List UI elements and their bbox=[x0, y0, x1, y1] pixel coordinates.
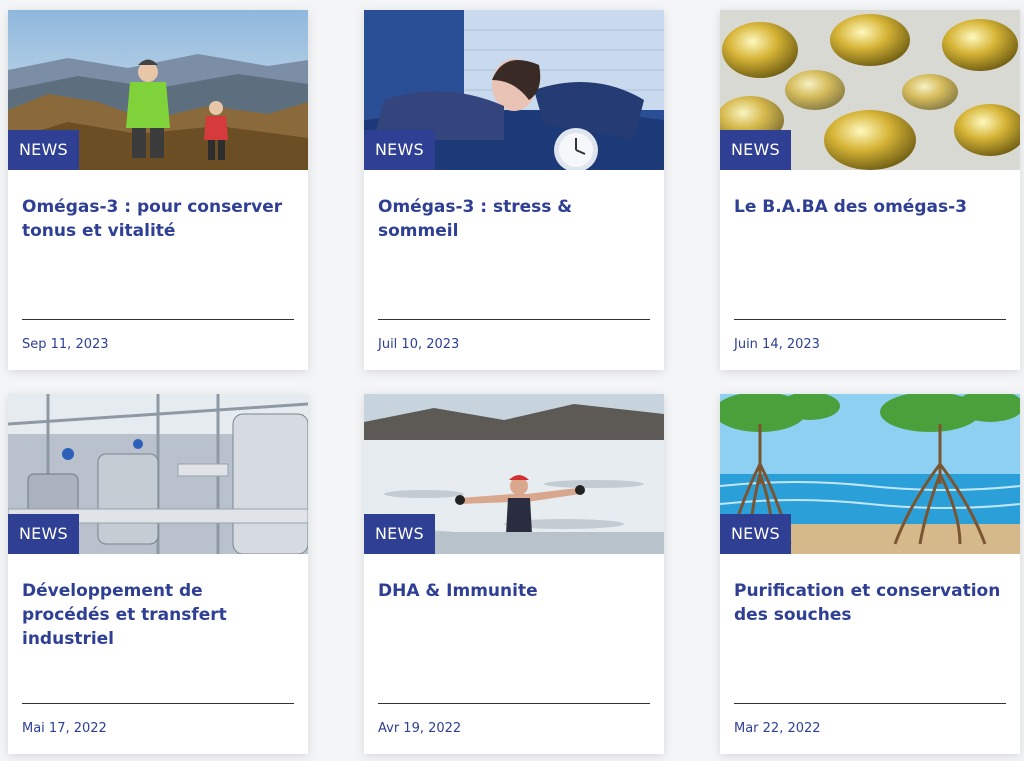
news-card[interactable]: NEWS Développement de procédés et transf… bbox=[8, 394, 308, 754]
card-title[interactable]: DHA & Immunite bbox=[378, 579, 650, 603]
card-title[interactable]: Le B.A.BA des omégas-3 bbox=[734, 195, 1006, 219]
card-image[interactable]: NEWS bbox=[720, 394, 1020, 554]
news-badge: NEWS bbox=[8, 130, 79, 170]
divider bbox=[378, 703, 650, 704]
news-card[interactable]: NEWS Omégas-3 : pour conserver tonus et … bbox=[8, 10, 308, 370]
card-date: Juil 10, 2023 bbox=[378, 337, 460, 352]
news-badge: NEWS bbox=[364, 130, 435, 170]
news-grid: NEWS Omégas-3 : pour conserver tonus et … bbox=[0, 0, 1024, 761]
card-image[interactable]: NEWS bbox=[720, 10, 1020, 170]
divider bbox=[734, 319, 1006, 320]
news-card[interactable]: NEWS DHA & Immunite Avr 19, 2022 bbox=[364, 394, 664, 754]
card-title[interactable]: Purification et conservation des souches bbox=[734, 579, 1006, 627]
card-image[interactable]: NEWS bbox=[364, 10, 664, 170]
card-date: Mai 17, 2022 bbox=[22, 721, 107, 736]
card-date: Sep 11, 2023 bbox=[22, 337, 109, 352]
card-title[interactable]: Omégas-3 : stress & sommeil bbox=[378, 195, 650, 243]
card-title[interactable]: Omégas-3 : pour conserver tonus et vital… bbox=[22, 195, 294, 243]
divider bbox=[734, 703, 1006, 704]
card-date: Mar 22, 2022 bbox=[734, 721, 821, 736]
news-card[interactable]: NEWS Le B.A.BA des omégas-3 Juin 14, 202… bbox=[720, 10, 1020, 370]
news-card[interactable]: NEWS Purification et conservation des so… bbox=[720, 394, 1020, 754]
card-title[interactable]: Développement de procédés et transfert i… bbox=[22, 579, 294, 651]
divider bbox=[22, 319, 294, 320]
card-image[interactable]: NEWS bbox=[364, 394, 664, 554]
news-badge: NEWS bbox=[8, 514, 79, 554]
news-badge: NEWS bbox=[720, 130, 791, 170]
card-date: Juin 14, 2023 bbox=[734, 337, 820, 352]
news-badge: NEWS bbox=[720, 514, 791, 554]
card-image[interactable]: NEWS bbox=[8, 394, 308, 554]
card-image[interactable]: NEWS bbox=[8, 10, 308, 170]
divider bbox=[378, 319, 650, 320]
card-date: Avr 19, 2022 bbox=[378, 721, 462, 736]
news-badge: NEWS bbox=[364, 514, 435, 554]
divider bbox=[22, 703, 294, 704]
news-card[interactable]: NEWS Omégas-3 : stress & sommeil Juil 10… bbox=[364, 10, 664, 370]
